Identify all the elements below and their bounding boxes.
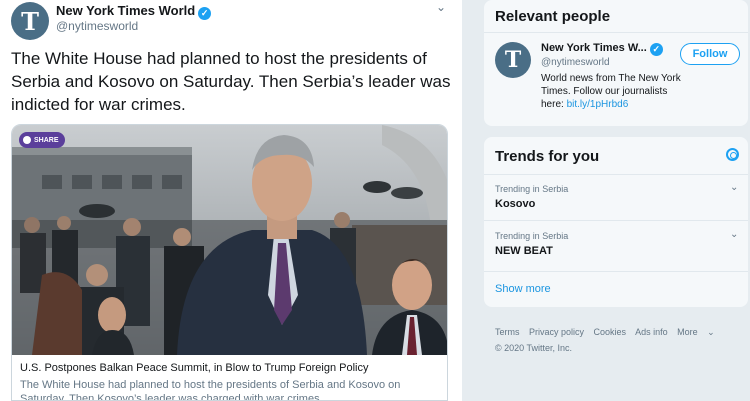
- viber-icon: [23, 136, 31, 144]
- trend-name[interactable]: Kosovo: [495, 198, 535, 210]
- author-name-text[interactable]: New York Times World: [56, 3, 195, 18]
- follow-button[interactable]: Follow: [680, 43, 740, 65]
- footer-link-cookies[interactable]: Cookies: [594, 327, 627, 337]
- trends-panel: Trends for you Trending in Serbia Kosovo…: [484, 137, 748, 307]
- card-title[interactable]: U.S. Postpones Balkan Peace Summit, in B…: [20, 362, 369, 374]
- author-handle[interactable]: @nytimesworld: [56, 19, 138, 33]
- relevant-people-panel: Relevant people T New York Times W... ✓ @…: [484, 0, 748, 126]
- footer-links: Terms Privacy policy Cookies Ads info Mo…: [495, 324, 745, 340]
- card-image[interactable]: SHARE: [12, 125, 447, 355]
- footer-link-privacy[interactable]: Privacy policy: [529, 327, 584, 337]
- trend-context: Trending in Serbia: [495, 184, 569, 194]
- chevron-down-icon[interactable]: ⌄: [436, 0, 446, 14]
- card-description: The White House had planned to host the …: [20, 379, 401, 401]
- footer: Terms Privacy policy Cookies Ads info Mo…: [495, 324, 745, 356]
- trends-heading: Trends for you: [495, 148, 600, 165]
- footer-link-more[interactable]: More ⌄: [677, 327, 722, 337]
- bio-link[interactable]: bit.ly/1pHrbd6: [567, 99, 629, 110]
- divider: [484, 220, 748, 221]
- share-chip[interactable]: SHARE: [19, 132, 65, 148]
- divider: [484, 271, 748, 272]
- chevron-down-icon[interactable]: ⌄: [730, 229, 738, 240]
- nyt-avatar[interactable]: T: [11, 2, 49, 40]
- verified-badge-icon: ✓: [649, 43, 663, 56]
- share-label: SHARE: [34, 136, 59, 144]
- person-name-text[interactable]: New York Times W...: [541, 42, 647, 54]
- person-bio: World news from The New York Times. Foll…: [541, 72, 681, 111]
- trend-name[interactable]: NEW BEAT: [495, 245, 553, 257]
- show-more-link[interactable]: Show more: [495, 283, 551, 295]
- footer-link-terms[interactable]: Terms: [495, 327, 520, 337]
- verified-badge-icon: ✓: [198, 7, 212, 20]
- chevron-down-icon[interactable]: ⌄: [730, 182, 738, 193]
- trend-context: Trending in Serbia: [495, 231, 569, 241]
- chevron-down-icon: ⌄: [707, 327, 715, 337]
- relevant-people-heading: Relevant people: [495, 8, 611, 25]
- person-avatar[interactable]: T: [495, 42, 531, 78]
- settings-gear-icon[interactable]: [726, 148, 739, 161]
- news-photo: [12, 125, 447, 355]
- person-name[interactable]: New York Times W... ✓: [541, 42, 663, 56]
- footer-more-label[interactable]: More: [677, 327, 698, 337]
- tweet: T New York Times World ✓ @nytimesworld ⌄ …: [0, 0, 462, 401]
- divider: [484, 32, 748, 33]
- author-name[interactable]: New York Times World ✓: [56, 3, 212, 20]
- tweet-text: The White House had planned to host the …: [11, 49, 451, 114]
- divider: [484, 174, 748, 175]
- copyright: © 2020 Twitter, Inc.: [495, 343, 573, 353]
- footer-link-ads-info[interactable]: Ads info: [635, 327, 668, 337]
- link-card[interactable]: SHARE U.S. Postpones Balkan Peace Summit…: [11, 124, 448, 401]
- person-handle[interactable]: @nytimesworld: [541, 57, 610, 68]
